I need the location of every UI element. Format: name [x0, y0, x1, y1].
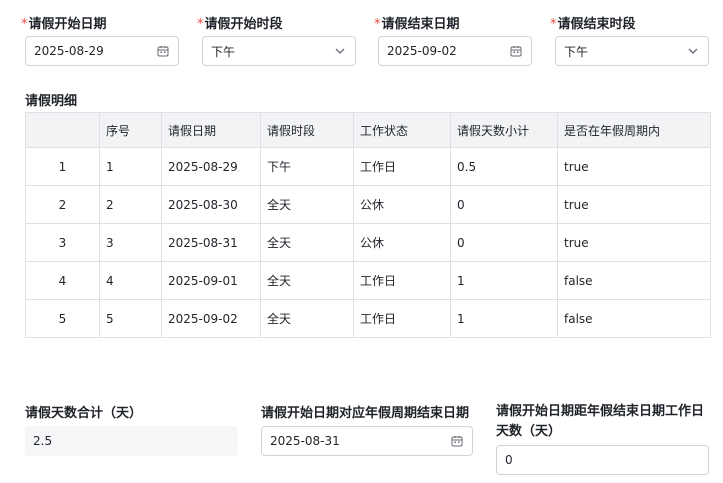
table-row[interactable]: 3 3 2025-08-31 全天 公休 0 true	[25, 223, 711, 262]
cell-seq: 1	[99, 147, 162, 186]
start-date-label: *请假开始日期	[21, 17, 107, 32]
cell-date: 2025-08-31	[161, 223, 261, 262]
end-period-value: 下午	[564, 44, 589, 59]
total-days-value-field: 2.5	[25, 426, 238, 456]
chevron-down-icon	[686, 44, 700, 58]
start-period-label: *请假开始时段	[197, 17, 283, 32]
cell-period: 全天	[260, 223, 354, 262]
cycle-end-label: 请假开始日期对应年假周期结束日期	[261, 406, 470, 421]
cell-in-cycle: false	[557, 261, 711, 300]
cell-period: 下午	[260, 147, 354, 186]
chevron-down-icon	[333, 44, 347, 58]
row-index: 4	[25, 261, 100, 300]
cell-in-cycle: true	[557, 185, 711, 224]
cell-in-cycle: true	[557, 223, 711, 262]
cell-seq: 3	[99, 223, 162, 262]
column-header: 工作状态	[353, 112, 451, 148]
cycle-end-value: 2025-08-31	[270, 434, 340, 448]
calendar-icon	[450, 434, 464, 448]
start-period-value: 下午	[211, 44, 236, 59]
cell-status: 工作日	[353, 147, 451, 186]
total-days-label: 请假天数合计（天）	[25, 406, 143, 421]
cell-date: 2025-09-02	[161, 299, 261, 338]
row-index: 1	[25, 147, 100, 186]
workdays-to-end-value: 0	[505, 453, 513, 467]
table-row[interactable]: 2 2 2025-08-30 全天 公休 0 true	[25, 185, 711, 224]
column-header: 请假天数小计	[450, 112, 558, 148]
cell-days: 0	[450, 185, 558, 224]
cell-period: 全天	[260, 299, 354, 338]
cell-status: 工作日	[353, 261, 451, 300]
cell-days: 0.5	[450, 147, 558, 186]
details-table: 序号 请假日期 请假时段 工作状态 请假天数小计 是否在年假周期内 1 1 20…	[25, 112, 711, 338]
calendar-icon	[509, 44, 523, 58]
column-header: 请假时段	[260, 112, 354, 148]
row-index: 5	[25, 299, 100, 338]
start-date-value: 2025-08-29	[34, 44, 104, 58]
end-period-label: *请假结束时段	[550, 17, 636, 32]
column-header: 序号	[99, 112, 162, 148]
workdays-to-end-input[interactable]: 0	[496, 445, 709, 475]
end-date-label: *请假结束日期	[374, 17, 460, 32]
total-days-value: 2.5	[33, 434, 53, 448]
table-row[interactable]: 4 4 2025-09-01 全天 工作日 1 false	[25, 261, 711, 300]
table-row[interactable]: 1 1 2025-08-29 下午 工作日 0.5 true	[25, 147, 711, 186]
start-period-select[interactable]: 下午	[202, 36, 356, 66]
workdays-to-end-label: 请假开始日期距年假结束日期工作日 天数（天）	[496, 404, 705, 439]
cell-seq: 2	[99, 185, 162, 224]
start-date-picker[interactable]: 2025-08-29	[25, 36, 179, 66]
cell-seq: 4	[99, 261, 162, 300]
cell-days: 1	[450, 261, 558, 300]
row-index: 3	[25, 223, 100, 262]
cell-status: 工作日	[353, 299, 451, 338]
cell-period: 全天	[260, 261, 354, 300]
cell-period: 全天	[260, 185, 354, 224]
cell-date: 2025-09-01	[161, 261, 261, 300]
column-header: 是否在年假周期内	[557, 112, 711, 148]
cell-status: 公休	[353, 223, 451, 262]
column-header: 请假日期	[161, 112, 261, 148]
cell-seq: 5	[99, 299, 162, 338]
cell-date: 2025-08-30	[161, 185, 261, 224]
cell-in-cycle: true	[557, 147, 711, 186]
cell-days: 0	[450, 223, 558, 262]
details-title: 请假明细	[25, 94, 78, 109]
cycle-end-date-picker[interactable]: 2025-08-31	[261, 426, 473, 456]
column-header	[25, 112, 100, 148]
end-date-picker[interactable]: 2025-09-02	[378, 36, 532, 66]
row-index: 2	[25, 185, 100, 224]
cell-days: 1	[450, 299, 558, 338]
table-row[interactable]: 5 5 2025-09-02 全天 工作日 1 false	[25, 299, 711, 338]
cell-status: 公休	[353, 185, 451, 224]
end-date-value: 2025-09-02	[387, 44, 457, 58]
calendar-icon	[156, 44, 170, 58]
end-period-select[interactable]: 下午	[555, 36, 709, 66]
table-header-row: 序号 请假日期 请假时段 工作状态 请假天数小计 是否在年假周期内	[25, 112, 711, 148]
cell-in-cycle: false	[557, 299, 711, 338]
cell-date: 2025-08-29	[161, 147, 261, 186]
